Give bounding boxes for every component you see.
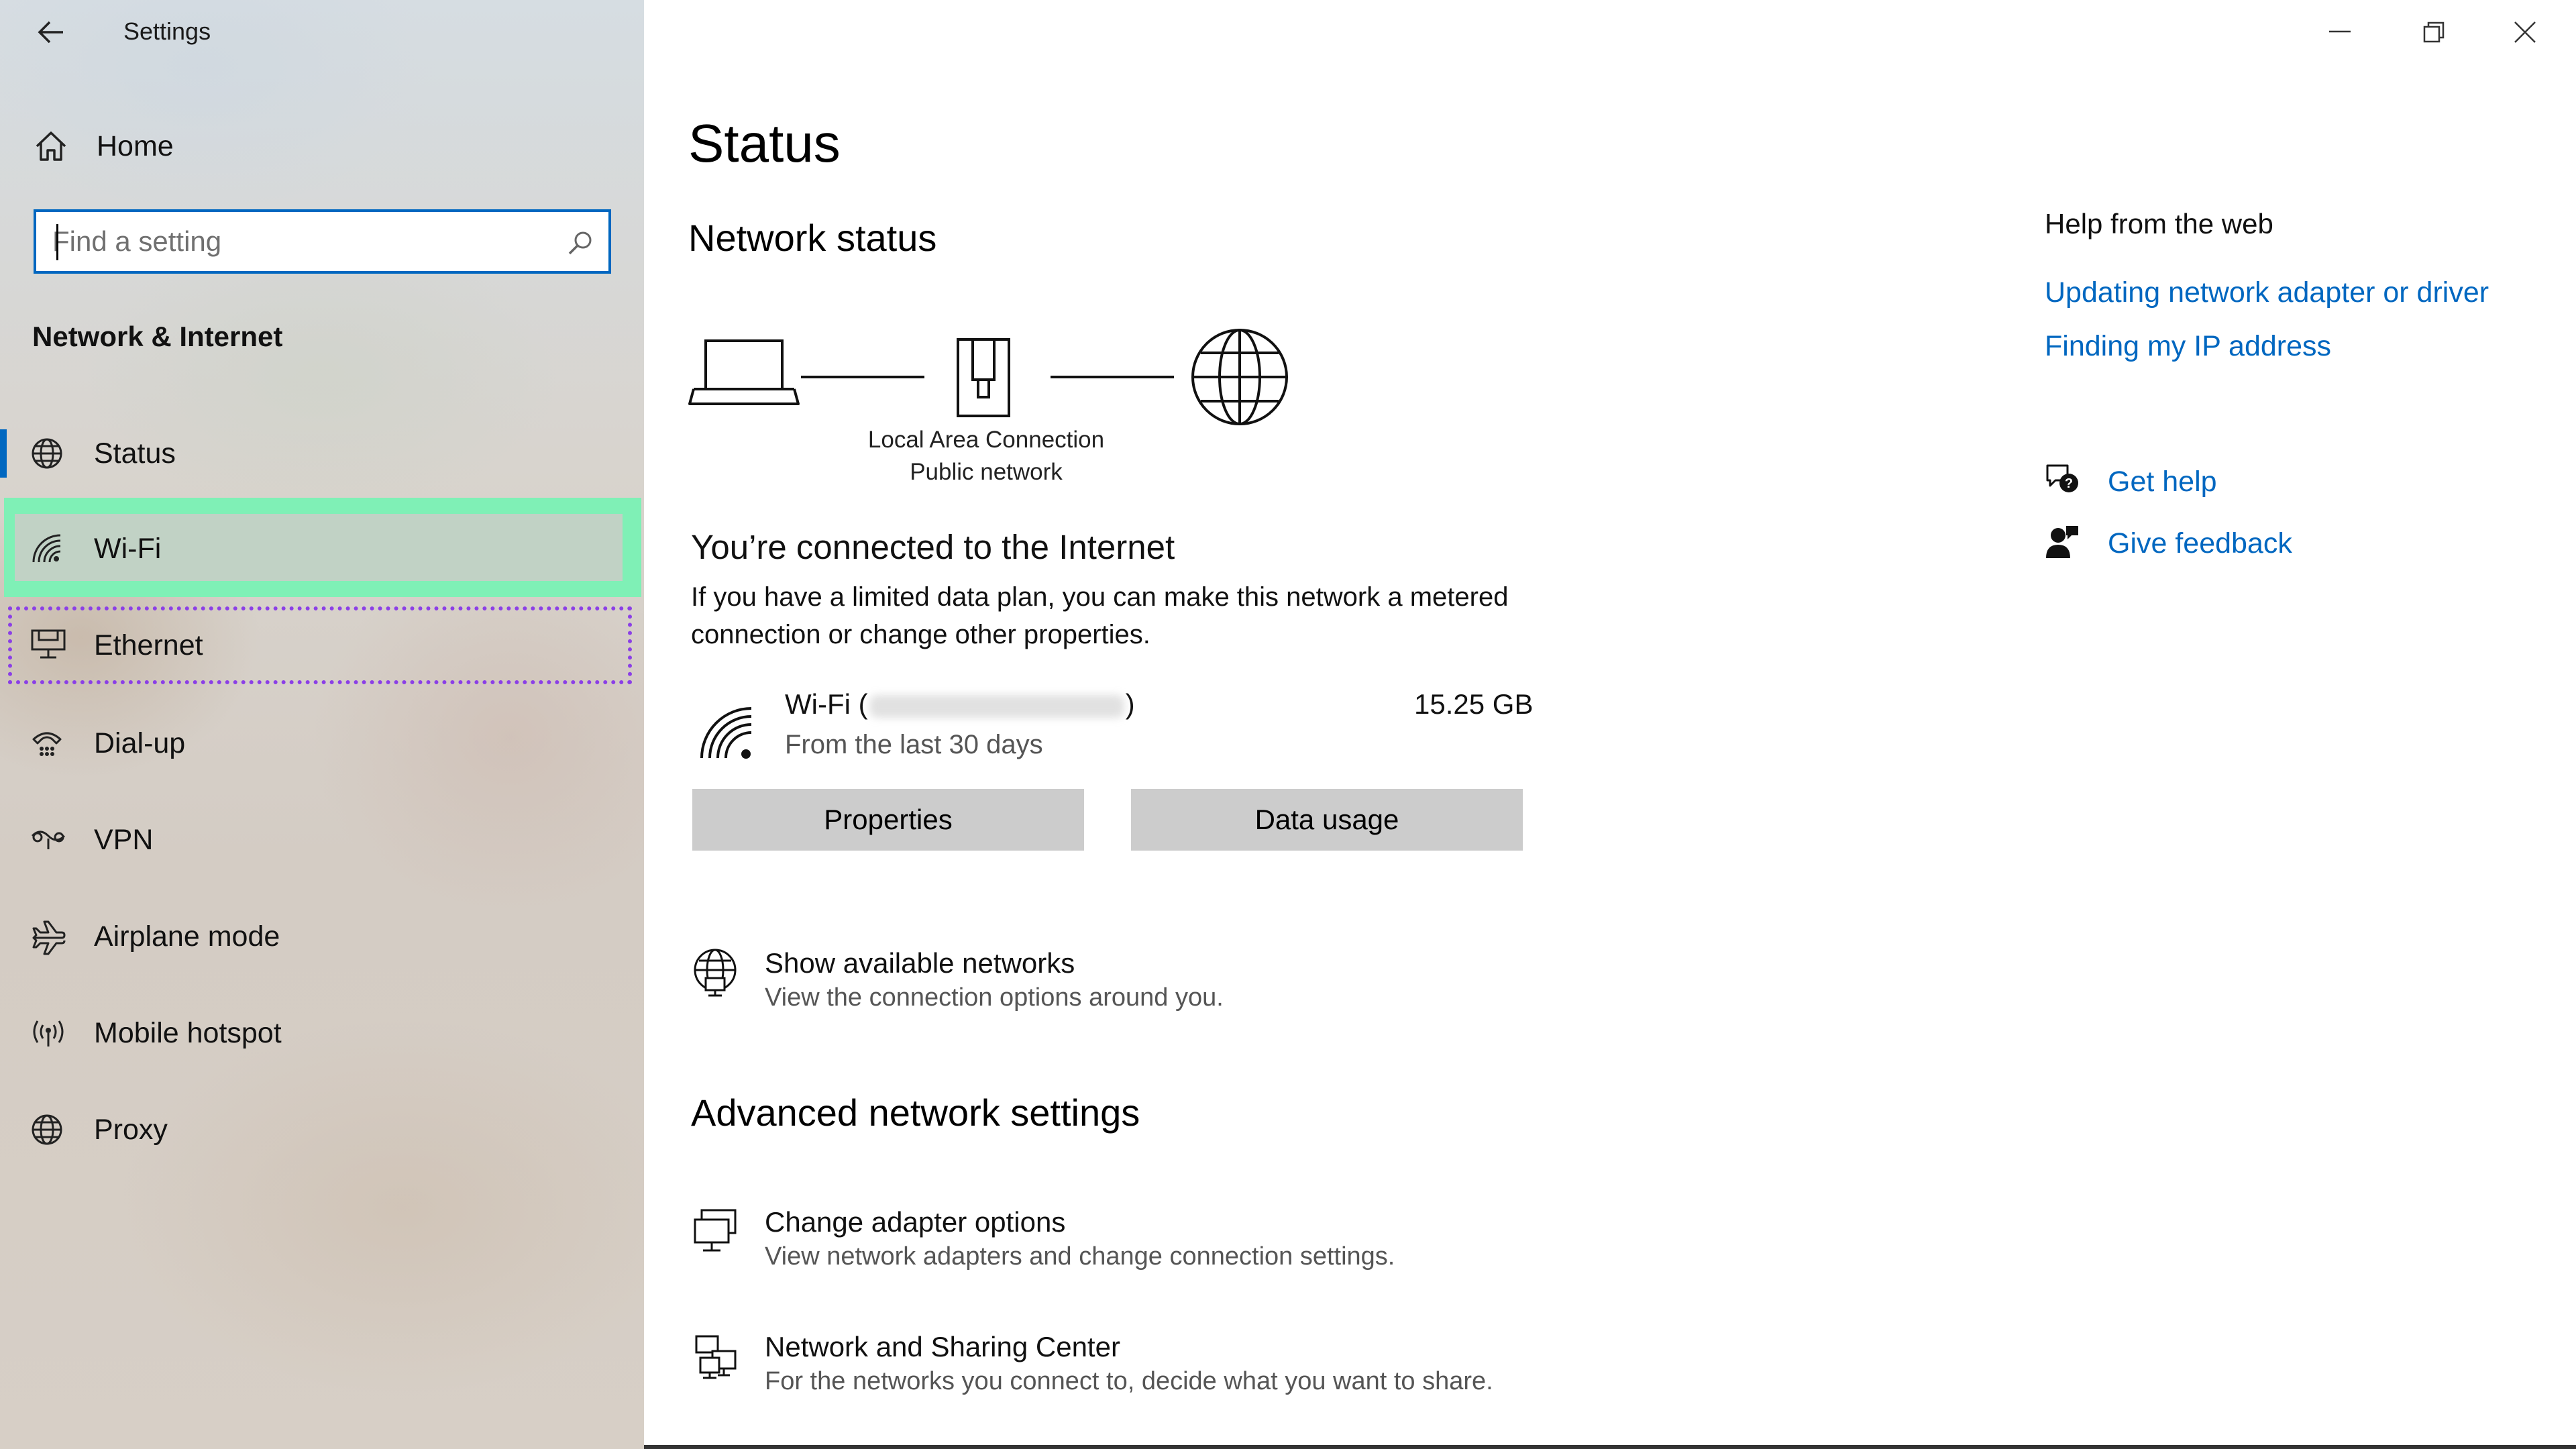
network-diagram bbox=[688, 322, 1292, 443]
sidebar-item-wifi[interactable]: Wi-Fi bbox=[0, 498, 644, 597]
sidebar-item-label: Proxy bbox=[94, 1114, 168, 1146]
network-globe-icon bbox=[691, 947, 742, 998]
active-indicator bbox=[0, 429, 7, 478]
wifi-network-name: Wi-Fi () bbox=[785, 688, 1135, 720]
connection-status-heading: You’re connected to the Internet bbox=[691, 528, 1175, 566]
link-title: Network and Sharing Center bbox=[765, 1331, 1120, 1362]
network-and-sharing-center[interactable]: Network and Sharing Center For the netwo… bbox=[691, 1331, 1831, 1405]
sidebar-item-ethernet[interactable]: Ethernet bbox=[0, 606, 644, 684]
connection-name: Local Area Connection bbox=[867, 427, 1105, 453]
app-title: Settings bbox=[123, 17, 211, 45]
sidebar-item-label: Ethernet bbox=[94, 629, 203, 661]
sidebar-item-vpn[interactable]: VPN bbox=[0, 800, 644, 880]
minimize-icon bbox=[2326, 30, 2353, 34]
sidebar-item-airplane-mode[interactable]: Airplane mode bbox=[0, 896, 644, 977]
adapter-icon bbox=[691, 1206, 742, 1257]
minimize-button[interactable] bbox=[2297, 0, 2388, 64]
get-help-label: Get help bbox=[2108, 466, 2217, 498]
give-feedback-link[interactable]: Give feedback bbox=[2042, 522, 2445, 569]
vpn-icon bbox=[30, 822, 67, 857]
close-icon bbox=[2513, 20, 2537, 44]
window-bottom-border bbox=[644, 1445, 2576, 1449]
search-box[interactable] bbox=[34, 209, 611, 274]
hotspot-icon bbox=[30, 1016, 67, 1051]
text-caret bbox=[56, 224, 58, 260]
back-arrow-icon bbox=[36, 19, 66, 46]
sidebar-item-home[interactable]: Home bbox=[0, 118, 644, 174]
restore-icon bbox=[2422, 20, 2446, 44]
data-usage-button[interactable]: Data usage bbox=[1131, 789, 1523, 851]
connection-status-description: If you have a limited data plan, you can… bbox=[691, 582, 1509, 649]
get-help-link[interactable]: ? Get help bbox=[2042, 460, 2445, 507]
sidebar-item-label: Home bbox=[97, 130, 174, 162]
section-title: Network & Internet bbox=[32, 321, 283, 352]
internet-globe-icon bbox=[1191, 329, 1288, 425]
network-status-heading: Network status bbox=[688, 217, 937, 259]
router-icon bbox=[957, 338, 1010, 417]
sidebar-item-mobile-hotspot[interactable]: Mobile hotspot bbox=[0, 993, 644, 1073]
sidebar: Settings Home Network & Internet Status bbox=[0, 0, 644, 1449]
search-input[interactable] bbox=[52, 220, 549, 263]
sidebar-item-proxy[interactable]: Proxy bbox=[0, 1089, 644, 1170]
help-link-update-adapter[interactable]: Updating network adapter or driver bbox=[2045, 276, 2489, 309]
link-title: Show available networks bbox=[765, 947, 1075, 979]
sidebar-item-dialup[interactable]: Dial-up bbox=[0, 703, 644, 784]
back-button[interactable] bbox=[27, 12, 74, 52]
give-feedback-label: Give feedback bbox=[2108, 527, 2292, 559]
page-title: Status bbox=[688, 113, 841, 173]
link-description: View the connection options around you. bbox=[765, 983, 1224, 1012]
data-usage-value: 15.25 GB bbox=[1414, 688, 1534, 720]
get-help-icon: ? bbox=[2042, 460, 2082, 500]
link-description: View network adapters and change connect… bbox=[765, 1242, 1395, 1271]
dialup-icon bbox=[30, 726, 64, 761]
advanced-settings-heading: Advanced network settings bbox=[691, 1091, 1140, 1134]
network-profile: Public network bbox=[910, 459, 1063, 485]
link-description: For the networks you connect to, decide … bbox=[765, 1367, 1493, 1395]
globe-icon bbox=[30, 1112, 64, 1147]
wifi-icon bbox=[30, 531, 64, 566]
svg-text:?: ? bbox=[2065, 476, 2073, 491]
change-adapter-options[interactable]: Change adapter options View network adap… bbox=[691, 1206, 1831, 1280]
sidebar-item-label: VPN bbox=[94, 824, 154, 856]
link-title: Change adapter options bbox=[765, 1206, 1066, 1238]
help-heading: Help from the web bbox=[2045, 208, 2273, 239]
redacted-ssid bbox=[869, 694, 1124, 718]
sidebar-item-label: Wi-Fi bbox=[94, 533, 162, 565]
feedback-icon bbox=[2042, 522, 2082, 562]
show-available-networks[interactable]: Show available networks View the connect… bbox=[691, 947, 1831, 1021]
usage-period: From the last 30 days bbox=[785, 730, 1043, 759]
airplane-icon bbox=[30, 919, 67, 957]
sidebar-item-label: Mobile hotspot bbox=[94, 1017, 282, 1049]
restore-button[interactable] bbox=[2388, 0, 2479, 64]
search-icon[interactable] bbox=[567, 229, 594, 256]
sidebar-item-label: Status bbox=[94, 437, 176, 470]
sharing-center-icon bbox=[691, 1331, 742, 1382]
sidebar-item-status[interactable]: Status bbox=[0, 413, 644, 494]
home-icon bbox=[34, 129, 68, 164]
settings-window: Settings Home Network & Internet Status bbox=[0, 0, 2576, 1449]
sidebar-item-label: Airplane mode bbox=[94, 920, 280, 953]
properties-button[interactable]: Properties bbox=[692, 789, 1084, 851]
wifi-signal-icon bbox=[698, 704, 754, 761]
globe-status-icon bbox=[30, 436, 64, 471]
sidebar-item-label: Dial-up bbox=[94, 727, 186, 759]
close-button[interactable] bbox=[2479, 0, 2571, 64]
ethernet-icon bbox=[30, 627, 67, 661]
laptop-icon bbox=[688, 339, 800, 405]
wifi-name-suffix: ) bbox=[1125, 688, 1135, 720]
wifi-name-prefix: Wi-Fi ( bbox=[785, 688, 868, 720]
help-link-find-ip[interactable]: Finding my IP address bbox=[2045, 330, 2331, 363]
